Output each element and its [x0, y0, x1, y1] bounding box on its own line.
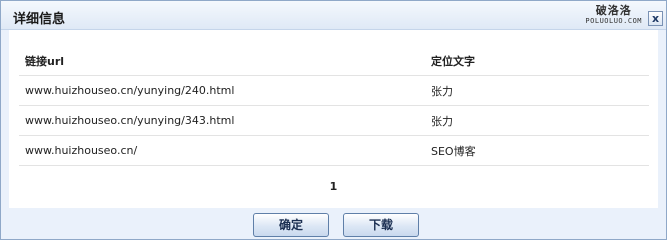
- watermark-logo: 破洛洛 POLUOLUO.COM: [585, 5, 642, 25]
- cell-url: www.huizhouseo.cn/yunying/343.html: [19, 105, 425, 136]
- dialog-title: 详细信息: [13, 12, 66, 27]
- header-anchor-text: 定位文字: [425, 46, 649, 76]
- cell-anchor-text: 张力: [425, 75, 649, 106]
- close-icon: x: [651, 12, 660, 25]
- watermark-main: 破洛洛: [595, 4, 632, 17]
- cell-url: www.huizhouseo.cn/: [19, 135, 425, 166]
- close-button[interactable]: x: [648, 11, 663, 26]
- links-table: 链接url 定位文字 www.huizhouseo.cn/yunying/240…: [19, 46, 649, 166]
- table-row: www.huizhouseo.cn/yunying/240.html 张力: [19, 75, 649, 106]
- table-header-row: 链接url 定位文字: [19, 46, 649, 76]
- details-dialog: 详细信息 破洛洛 POLUOLUO.COM x 链接url 定位文字 www.h…: [0, 0, 667, 240]
- content-panel: 链接url 定位文字 www.huizhouseo.cn/yunying/240…: [9, 30, 658, 208]
- cell-url: www.huizhouseo.cn/yunying/240.html: [19, 75, 425, 106]
- page-number[interactable]: 1: [330, 180, 338, 193]
- button-bar: 确定 下载: [1, 210, 666, 239]
- download-button[interactable]: 下载: [343, 213, 419, 237]
- confirm-button[interactable]: 确定: [253, 213, 329, 237]
- table-row: www.huizhouseo.cn/yunying/343.html 张力: [19, 105, 649, 136]
- watermark-sub: POLUOLUO.COM: [585, 17, 642, 25]
- header-url: 链接url: [19, 46, 425, 76]
- title-bar: 详细信息 破洛洛 POLUOLUO.COM x: [1, 1, 666, 30]
- cell-anchor-text: 张力: [425, 105, 649, 136]
- table-row: www.huizhouseo.cn/ SEO博客: [19, 135, 649, 166]
- cell-anchor-text: SEO博客: [425, 135, 649, 166]
- pagination: 1: [9, 180, 658, 193]
